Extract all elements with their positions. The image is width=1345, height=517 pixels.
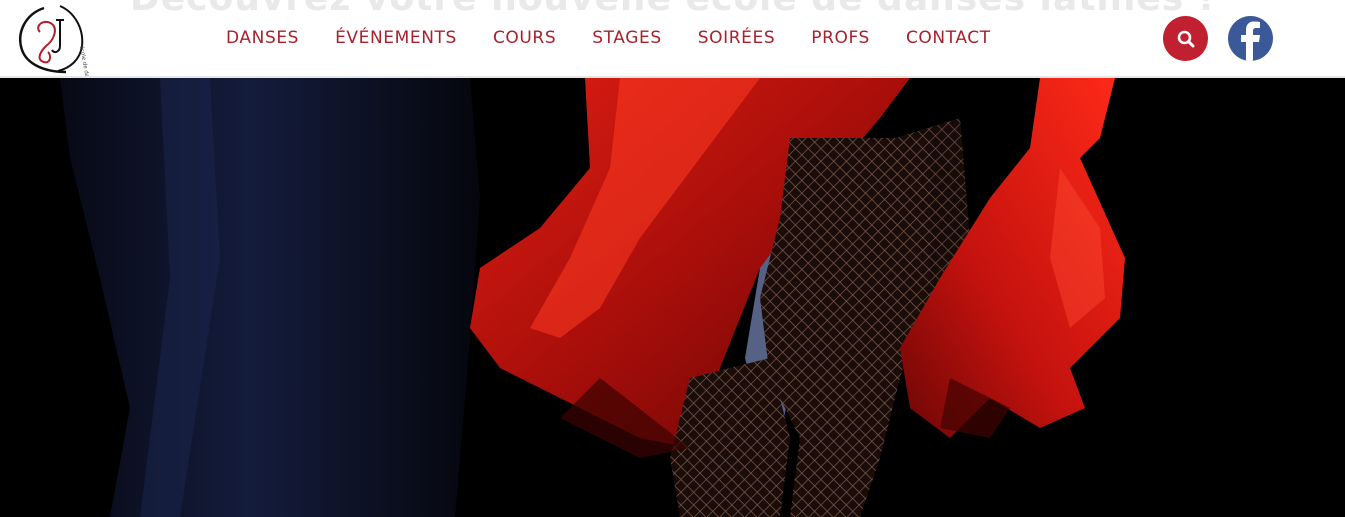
nav-item-danses[interactable]: DANSES <box>226 26 299 50</box>
nav-item-stages[interactable]: STAGES <box>592 26 662 50</box>
facebook-button[interactable] <box>1228 16 1273 61</box>
nav-item-profs[interactable]: PROFS <box>811 26 870 50</box>
logo-mark: école de danse <box>19 5 92 76</box>
search-button[interactable] <box>1163 16 1208 61</box>
hero-dance-photo <box>0 78 1345 517</box>
site-header: école de danse DANSES ÉVÉNEMENTS COURS S… <box>0 0 1345 78</box>
main-nav: DANSES ÉVÉNEMENTS COURS STAGES SOIRÉES P… <box>226 26 991 50</box>
nav-item-soirees[interactable]: SOIRÉES <box>698 26 775 50</box>
facebook-icon <box>1241 21 1260 61</box>
site-logo[interactable]: école de danse <box>14 2 94 76</box>
nav-item-evenements[interactable]: ÉVÉNEMENTS <box>335 26 457 50</box>
nav-item-cours[interactable]: COURS <box>493 26 556 50</box>
logo-tagline: école de danse <box>78 45 92 76</box>
nav-item-contact[interactable]: CONTACT <box>906 26 991 50</box>
search-icon <box>1177 30 1194 47</box>
hero-banner <box>0 78 1345 517</box>
